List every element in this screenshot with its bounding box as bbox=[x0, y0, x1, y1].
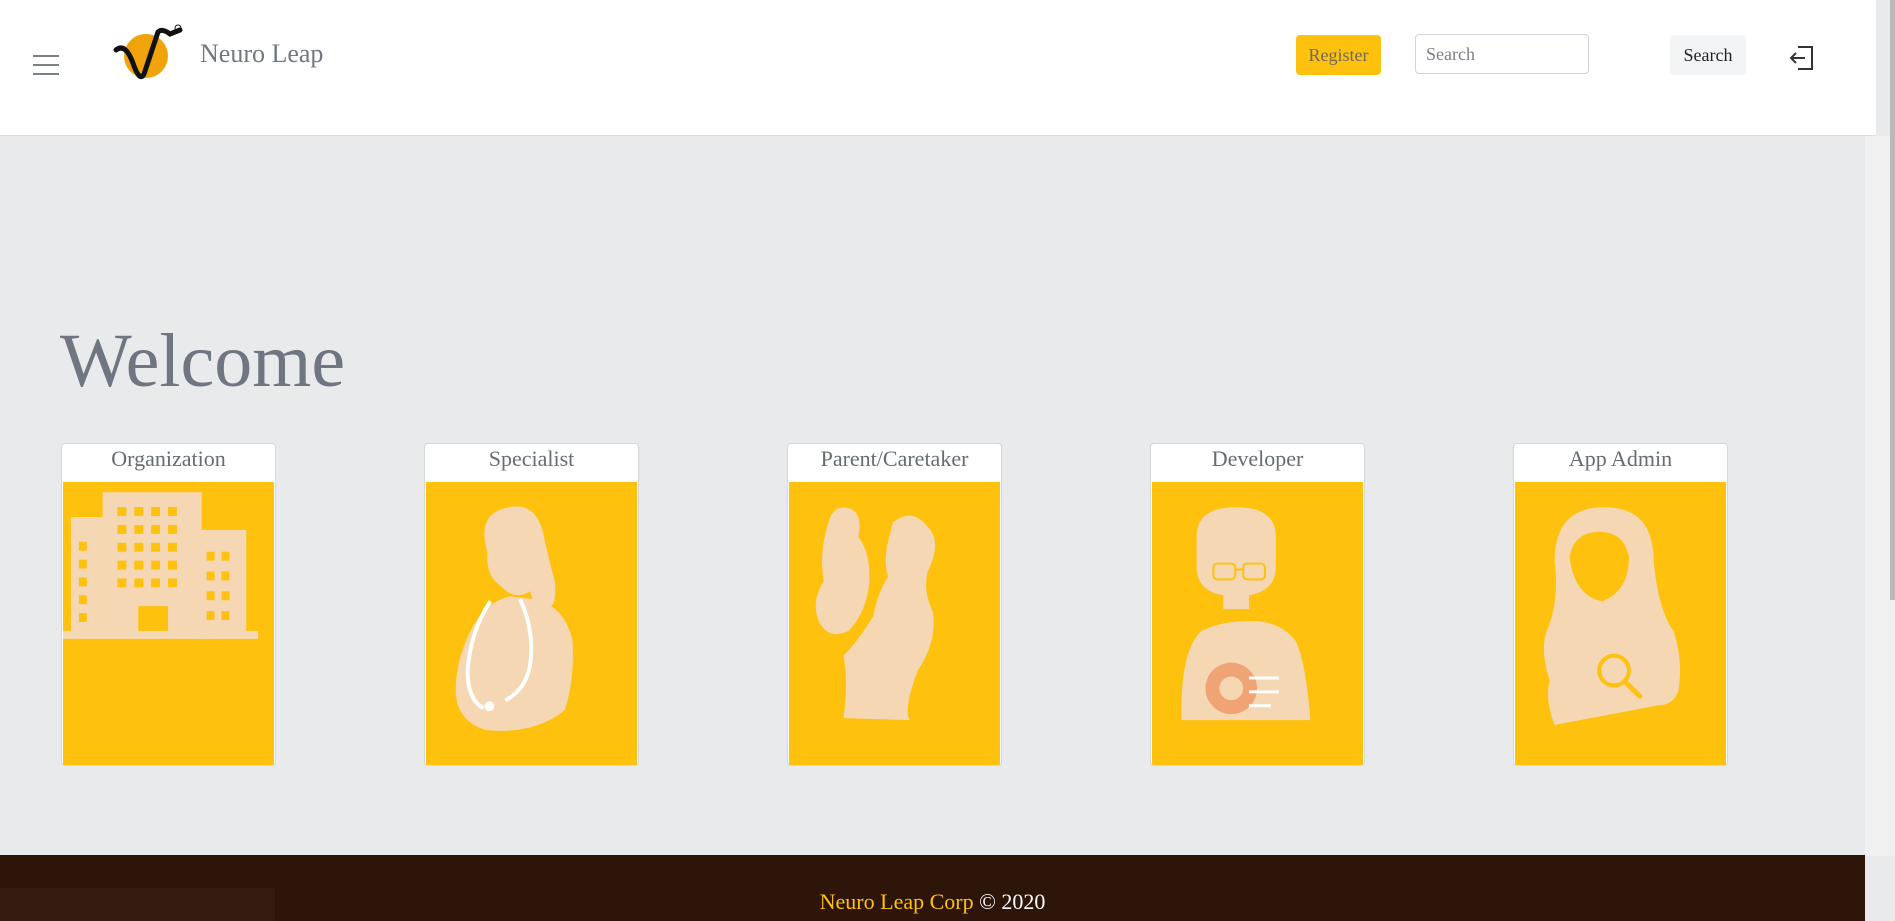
doctor-icon bbox=[426, 482, 637, 765]
brand-name[interactable]: Neuro Leap bbox=[200, 39, 323, 69]
developer-icon bbox=[1152, 482, 1363, 765]
card-title: Parent/Caretaker bbox=[820, 446, 969, 471]
building-icon bbox=[63, 482, 274, 765]
card-organization[interactable]: Organization bbox=[61, 443, 276, 766]
top-navbar: Neuro Leap Register Search bbox=[0, 0, 1876, 136]
footer-year: © 2020 bbox=[973, 889, 1046, 914]
footer-overlay bbox=[0, 888, 275, 921]
card-developer[interactable]: Developer bbox=[1150, 443, 1365, 766]
card-specialist[interactable]: Specialist bbox=[424, 443, 639, 766]
scrollbar-thumb[interactable] bbox=[1890, 0, 1895, 600]
neuro-leap-logo[interactable] bbox=[110, 22, 185, 86]
footer-brand[interactable]: Neuro Leap Corp bbox=[820, 889, 974, 914]
register-button[interactable]: Register bbox=[1296, 35, 1381, 75]
card-title: Specialist bbox=[488, 446, 575, 471]
card-title: App Admin bbox=[1568, 446, 1673, 471]
card-title: Organization bbox=[111, 446, 226, 471]
search-button[interactable]: Search bbox=[1670, 35, 1746, 75]
card-title: Developer bbox=[1211, 446, 1304, 471]
logout-icon[interactable] bbox=[1788, 44, 1816, 72]
search-input[interactable] bbox=[1415, 34, 1589, 74]
admin-icon bbox=[1515, 482, 1726, 765]
welcome-heading: Welcome bbox=[60, 319, 346, 403]
card-parent-caretaker[interactable]: Parent/Caretaker bbox=[787, 443, 1002, 766]
hamburger-menu-icon[interactable] bbox=[33, 55, 59, 75]
footer-copyright: Neuro Leap Corp © 2020 bbox=[0, 889, 1865, 915]
footer: Neuro Leap Corp © 2020 bbox=[0, 855, 1865, 921]
parent-child-icon bbox=[789, 482, 1000, 765]
card-app-admin[interactable]: App Admin bbox=[1513, 443, 1728, 766]
